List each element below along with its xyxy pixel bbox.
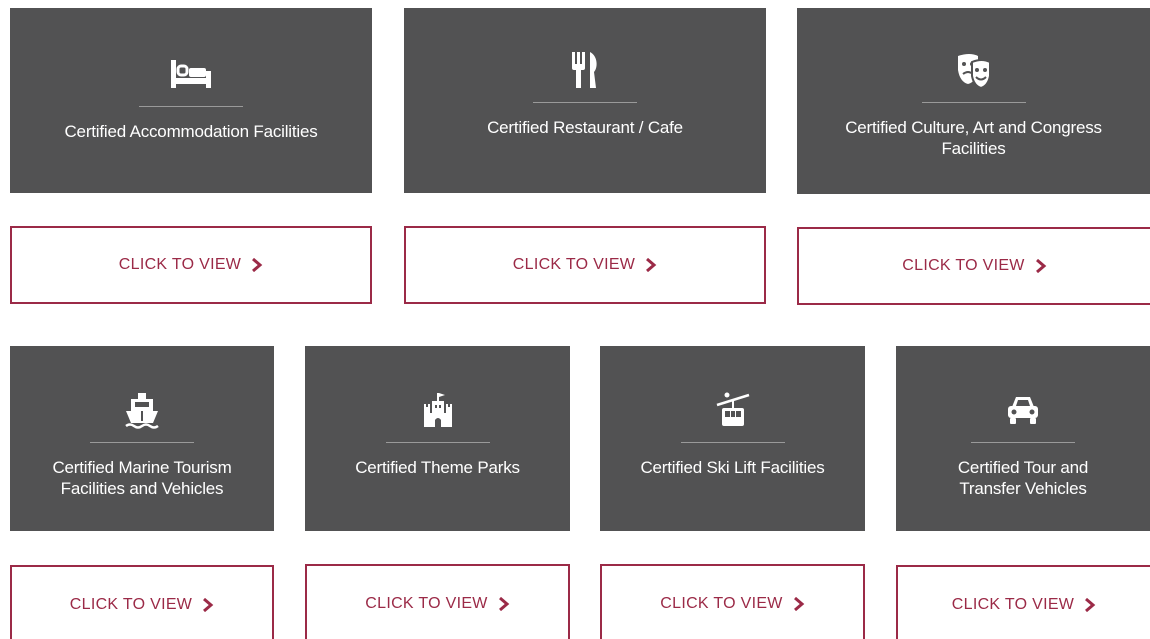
view-button-tour-transfer[interactable]: CLICK TO VIEW <box>896 565 1150 639</box>
divider <box>533 102 637 103</box>
certified-facilities-grid: Certified Accommodation Facilities Certi… <box>0 0 1150 639</box>
chevron-right-icon <box>251 258 263 272</box>
card-ski-lift[interactable]: Certified Ski Lift Facilities <box>600 346 865 531</box>
car-icon <box>1001 388 1045 432</box>
ship-icon <box>120 388 164 432</box>
fork-knife-icon <box>563 48 607 92</box>
card-theme-parks[interactable]: Certified Theme Parks <box>305 346 570 531</box>
view-button-marine-tourism[interactable]: CLICK TO VIEW <box>10 565 274 639</box>
chevron-right-icon <box>202 598 214 612</box>
divider <box>385 442 490 443</box>
chevron-right-icon <box>793 597 805 611</box>
card-title: Certified Tour and Transfer Vehicles <box>957 458 1089 498</box>
card-title: Certified Marine Tourism Facilities and … <box>52 458 232 498</box>
view-button-theme-parks[interactable]: CLICK TO VIEW <box>305 564 570 639</box>
view-button-ski-lift[interactable]: CLICK TO VIEW <box>600 564 865 639</box>
card-title: Certified Culture, Art and Congress Faci… <box>845 118 1102 158</box>
theater-masks-icon <box>952 48 996 92</box>
card-restaurant[interactable]: Certified Restaurant / Cafe <box>404 8 766 193</box>
chevron-right-icon <box>1084 598 1096 612</box>
card-accommodation[interactable]: Certified Accommodation Facilities <box>10 8 372 193</box>
card-title: Certified Ski Lift Facilities <box>640 458 825 477</box>
divider <box>971 442 1075 443</box>
chevron-right-icon <box>1035 259 1047 273</box>
view-button-culture-art-congress[interactable]: CLICK TO VIEW <box>797 227 1150 305</box>
card-culture-art-congress[interactable]: Certified Culture, Art and Congress Faci… <box>797 8 1150 194</box>
castle-icon <box>416 388 460 432</box>
card-title: Certified Accommodation Facilities <box>64 122 318 141</box>
card-title: Certified Restaurant / Cafe <box>487 118 683 137</box>
card-marine-tourism[interactable]: Certified Marine Tourism Facilities and … <box>10 346 274 531</box>
view-button-accommodation[interactable]: CLICK TO VIEW <box>10 226 372 304</box>
divider <box>921 102 1026 103</box>
chevron-right-icon <box>498 597 510 611</box>
divider <box>90 442 194 443</box>
chevron-right-icon <box>645 258 657 272</box>
bed-icon <box>169 52 213 96</box>
view-button-restaurant[interactable]: CLICK TO VIEW <box>404 226 766 304</box>
cable-car-icon <box>711 388 755 432</box>
divider <box>139 106 243 107</box>
card-tour-transfer[interactable]: Certified Tour and Transfer Vehicles <box>896 346 1150 531</box>
card-title: Certified Theme Parks <box>355 458 520 477</box>
divider <box>680 442 785 443</box>
